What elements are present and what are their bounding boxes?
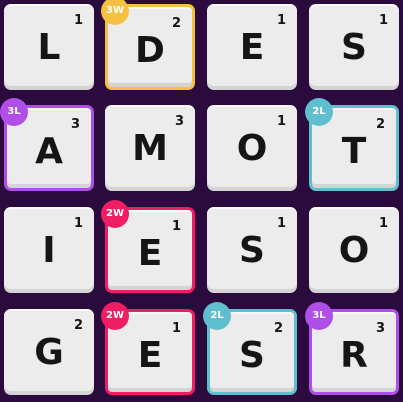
tile-points: 1 — [276, 216, 286, 231]
tile-letter: I — [42, 230, 56, 271]
letter-tile[interactable]: M3 — [105, 105, 195, 191]
letter-board: L 1 D 2 3W E 1 S 1 A 3 3L M 3 O 1 T 2 2L I 1 E 1 2W S 1 O 1 G 2 E 1 2W S 2… — [0, 0, 403, 402]
tile-letter: T — [341, 131, 367, 172]
bonus-badge: 3L — [305, 302, 333, 330]
tile-points: 1 — [276, 13, 286, 28]
letter-tile[interactable]: S1 — [309, 4, 399, 90]
tile-letter: D — [135, 30, 165, 71]
tile-letter: E — [137, 335, 163, 376]
tile-letter: A — [35, 131, 63, 172]
tile-letter: O — [236, 128, 268, 169]
tile-points: 2 — [375, 117, 385, 132]
tile-points: 2 — [73, 318, 83, 333]
letter-tile[interactable]: S1 — [207, 207, 297, 293]
tile-points: 3 — [174, 114, 184, 129]
letter-tile[interactable]: I1 — [4, 207, 94, 293]
bonus-badge: 2L — [305, 98, 333, 126]
bonus-badge: 2W — [101, 200, 129, 228]
tile-letter: M — [132, 128, 168, 169]
tile-letter: L — [37, 27, 61, 68]
tile-letter: G — [34, 332, 64, 373]
letter-tile[interactable]: G2 — [4, 309, 94, 395]
tile-letter: S — [341, 27, 367, 68]
tile-points: 1 — [276, 114, 286, 129]
tile-points: 1 — [73, 216, 83, 231]
tile-points: 1 — [378, 13, 388, 28]
bonus-badge: 2W — [101, 302, 129, 330]
tile-letter: S — [239, 335, 265, 376]
tile-letter: E — [137, 233, 163, 274]
tile-letter: R — [340, 335, 368, 376]
tile-points: 3 — [70, 117, 80, 132]
tile-points: 3 — [375, 321, 385, 336]
bonus-badge: 2L — [203, 302, 231, 330]
letter-tile[interactable]: E1 — [207, 4, 297, 90]
tile-points: 1 — [171, 321, 181, 336]
tile-points: 2 — [273, 321, 283, 336]
tile-points: 1 — [73, 13, 83, 28]
tile-letter: S — [239, 230, 265, 271]
tile-points: 1 — [378, 216, 388, 231]
tile-points: 1 — [171, 219, 181, 234]
tile-letter: O — [338, 230, 370, 271]
bonus-badge: 3L — [0, 98, 28, 126]
tile-points: 2 — [171, 16, 181, 31]
letter-tile[interactable]: L1 — [4, 4, 94, 90]
letter-tile[interactable]: O1 — [207, 105, 297, 191]
letter-tile[interactable]: O1 — [309, 207, 399, 293]
tile-letter: E — [239, 27, 265, 68]
